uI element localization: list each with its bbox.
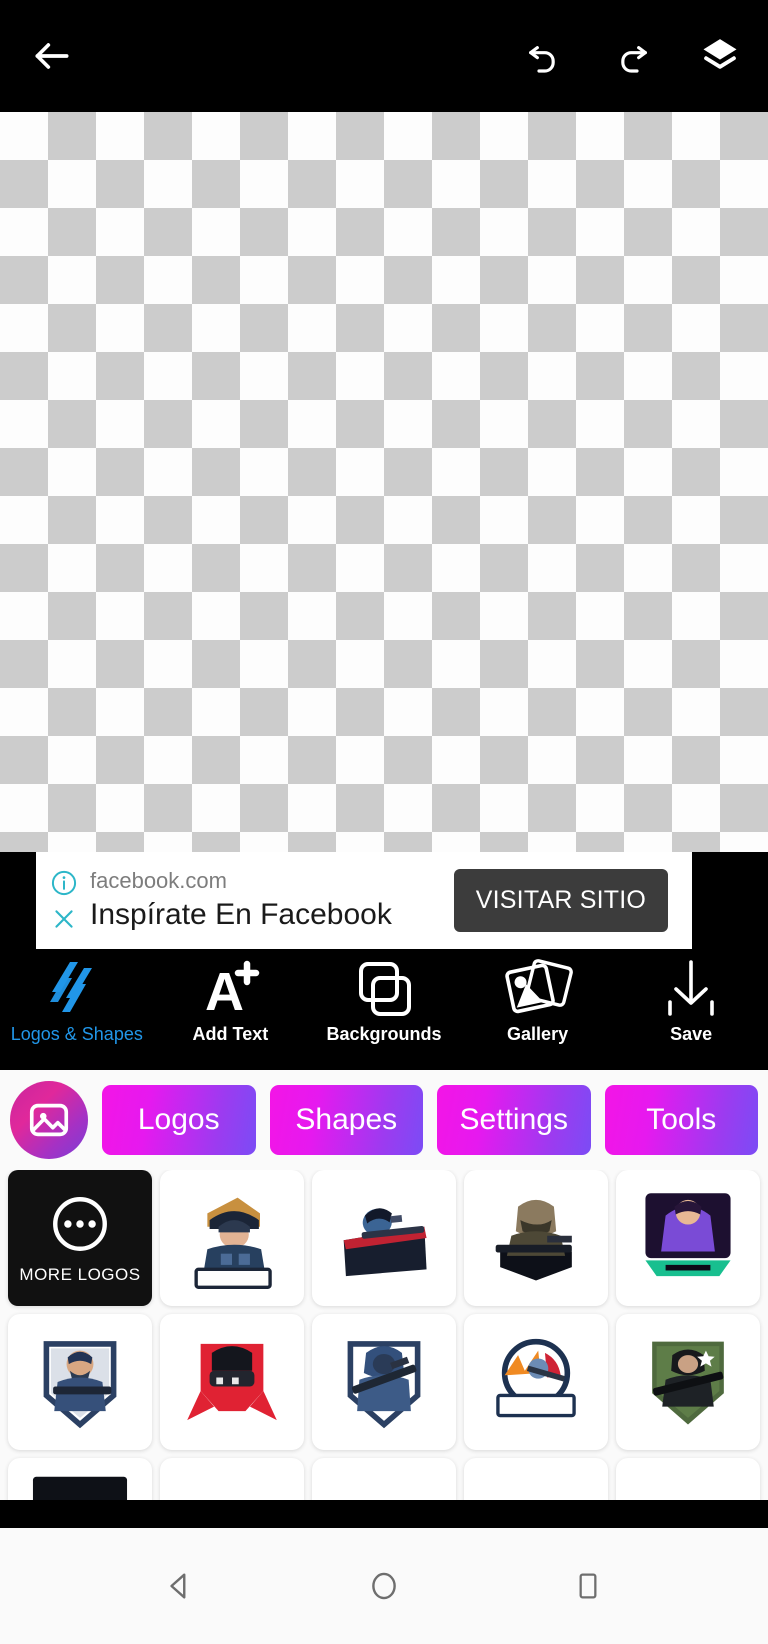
arrow-left-icon (30, 34, 74, 78)
nav-back-triangle-icon (163, 1569, 197, 1603)
nav-back-button[interactable] (148, 1554, 212, 1618)
logo-hooded-sniper-crest (347, 1341, 421, 1429)
logo-explosion-banner (496, 1338, 576, 1418)
ellipsis-circle-icon (47, 1191, 113, 1257)
logo-tile[interactable] (160, 1314, 304, 1450)
app-top-bar (0, 0, 768, 112)
logo-tile[interactable] (312, 1314, 456, 1450)
logo-tile[interactable] (8, 1314, 152, 1450)
logo-tile[interactable] (616, 1314, 760, 1450)
logo-tile[interactable] (464, 1314, 608, 1450)
logo-sniper-dark-badge (343, 1208, 427, 1277)
gallery-picker-button[interactable] (10, 1081, 88, 1159)
logo-green-shield-star (652, 1341, 724, 1425)
ad-text-block: facebook.com Inspírate En Facebook (88, 868, 454, 933)
redo-icon (612, 36, 652, 76)
logo-neon-soldier-ribbon (645, 1193, 731, 1277)
layers-icon (698, 34, 742, 78)
logo-dark-visor-partial (32, 1476, 128, 1500)
logo-bearded-operator-crest (43, 1341, 117, 1429)
toolbar-item-save[interactable]: Save (614, 958, 768, 1070)
close-icon[interactable] (50, 905, 78, 933)
logo-tile[interactable] (616, 1458, 760, 1500)
toolbar-label: Save (670, 1024, 713, 1044)
android-navigation-bar (0, 1528, 768, 1644)
logos-shapes-icon (40, 958, 114, 1020)
category-tab-strip: Logos Shapes Settings Tools (0, 1070, 768, 1170)
editor-canvas[interactable] (0, 112, 768, 852)
ad-title: Inspírate En Facebook (90, 898, 392, 932)
logo-red-splatter-helmet (187, 1343, 277, 1421)
backgrounds-icon (349, 958, 419, 1020)
editor-toolbar: Logos & Shapes A Add Text Backgrounds Ga… (0, 952, 768, 1070)
back-button[interactable] (22, 26, 82, 86)
logo-tile[interactable] (464, 1170, 608, 1306)
toolbar-item-gallery[interactable]: Gallery (461, 958, 615, 1070)
redo-button[interactable] (602, 26, 662, 86)
logo-green-dome-partial (328, 1470, 440, 1500)
tab-shapes[interactable]: Shapes (269, 1085, 423, 1155)
logo-grid[interactable]: MORE LOGOS (0, 1170, 768, 1500)
tab-tools[interactable]: Tools (604, 1085, 758, 1155)
nav-recents-square-icon (572, 1570, 604, 1602)
logo-tile[interactable] (8, 1458, 152, 1500)
gallery-icon (500, 958, 576, 1020)
toolbar-item-logos-shapes[interactable]: Logos & Shapes (0, 958, 154, 1070)
tab-settings[interactable]: Settings (437, 1085, 591, 1155)
more-logos-label: MORE LOGOS (19, 1265, 141, 1284)
logo-cyan-wings-partial (632, 1470, 744, 1500)
ad-banner[interactable]: facebook.com Inspírate En Facebook VISIT… (36, 852, 692, 949)
toolbar-label: Backgrounds (326, 1024, 442, 1044)
logo-tile[interactable] (160, 1170, 304, 1306)
add-text-icon: A (195, 958, 265, 1020)
toolbar-label: Add Text (192, 1024, 269, 1044)
info-icon[interactable] (50, 869, 78, 897)
logo-tile[interactable] (464, 1458, 608, 1500)
toolbar-item-backgrounds[interactable]: Backgrounds (307, 958, 461, 1070)
toolbar-label: Gallery (507, 1024, 569, 1044)
logo-tile[interactable] (312, 1458, 456, 1500)
toolbar-item-add-text[interactable]: A Add Text (154, 958, 308, 1070)
ad-url: facebook.com (90, 867, 227, 893)
undo-icon (524, 36, 564, 76)
layers-button[interactable] (690, 26, 750, 86)
nav-home-circle-icon (367, 1569, 401, 1603)
logo-black-arc-partial (176, 1470, 288, 1500)
undo-button[interactable] (514, 26, 574, 86)
ad-banner-container: facebook.com Inspírate En Facebook VISIT… (0, 852, 768, 952)
logo-tile[interactable] (312, 1170, 456, 1306)
logo-tile[interactable] (160, 1458, 304, 1500)
nav-home-button[interactable] (352, 1554, 416, 1618)
ad-cta-button[interactable]: VISITAR SITIO (453, 869, 668, 932)
toolbar-label: Logos & Shapes (10, 1024, 143, 1044)
logo-masked-gunman-shield (495, 1199, 572, 1281)
logo-pink-bow-partial (480, 1470, 592, 1500)
more-logos-tile[interactable]: MORE LOGOS (8, 1170, 152, 1306)
nav-recents-button[interactable] (556, 1554, 620, 1618)
logo-tile[interactable] (616, 1170, 760, 1306)
tab-logos[interactable]: Logos (102, 1085, 256, 1155)
save-download-icon (656, 958, 726, 1020)
ad-badges (36, 852, 88, 949)
logo-soldier-helmet-banner (194, 1197, 272, 1289)
image-picker-icon (26, 1097, 72, 1143)
